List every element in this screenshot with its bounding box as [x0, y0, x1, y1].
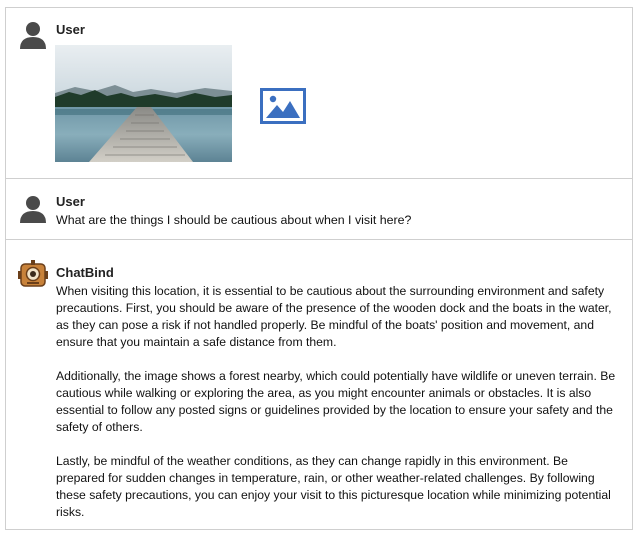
response-paragraph: Additionally, the image shows a forest n…	[56, 369, 616, 434]
user-avatar-icon	[20, 196, 46, 223]
image-icon[interactable]	[260, 88, 306, 124]
user-message-image: User	[6, 8, 632, 178]
response-paragraph: Lastly, be mindful of the weather condit…	[56, 454, 611, 519]
message-text: What are the things I should be cautious…	[56, 213, 412, 227]
sender-name: User	[56, 22, 85, 37]
user-avatar-icon	[20, 22, 46, 49]
chat-transcript: User User What are the things I should b…	[5, 7, 633, 530]
sender-name: ChatBind	[56, 265, 114, 280]
robot-avatar-icon	[18, 260, 48, 287]
user-message-text: User What are the things I should be cau…	[6, 179, 632, 239]
attached-lake-photo[interactable]	[55, 45, 232, 162]
bot-message: ChatBind When visiting this location, it…	[6, 240, 632, 530]
response-paragraph: When visiting this location, it is essen…	[56, 284, 612, 349]
sender-name: User	[56, 194, 85, 209]
bot-response-body: When visiting this location, it is essen…	[56, 283, 616, 538]
lake-dock-image	[55, 45, 232, 162]
